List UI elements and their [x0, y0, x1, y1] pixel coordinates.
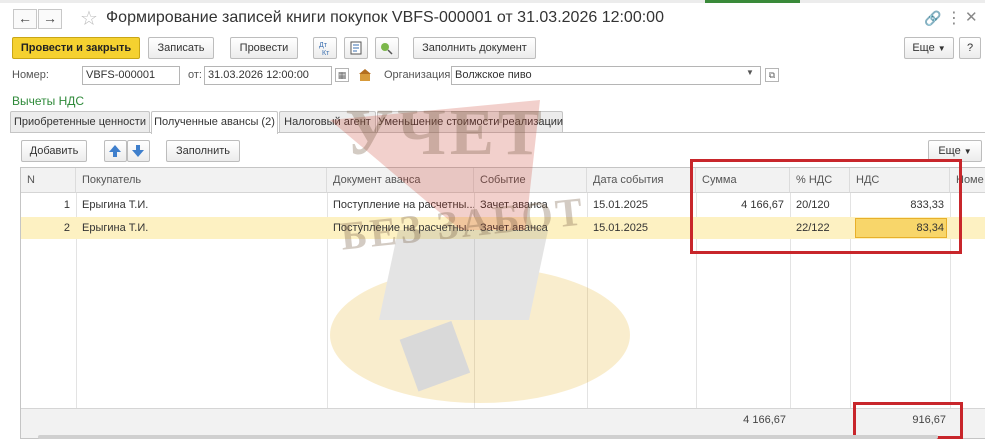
date-label: от: [188, 69, 202, 81]
add-button[interactable]: Добавить [21, 140, 87, 162]
total-sum: 4 166,67 [743, 414, 786, 426]
dt-kt-button[interactable]: Дт Кт [313, 37, 337, 59]
organization-icon [358, 68, 372, 82]
fill-button[interactable]: Заполнить [166, 140, 240, 162]
close-icon[interactable]: ✕ [965, 8, 978, 26]
back-button[interactable]: ← [13, 9, 37, 29]
top-bar-accent [705, 0, 800, 3]
more-button[interactable]: Еще ▼ [904, 37, 954, 59]
help-button[interactable]: ? [959, 37, 981, 59]
section-title: Вычеты НДС [12, 94, 85, 108]
column-header-event-date[interactable]: Дата события [587, 168, 696, 193]
tab-received-advances[interactable]: Полученные авансы (2) [151, 111, 278, 134]
tab-sales-cost-reduction[interactable]: Уменьшение стоимости реализации [377, 111, 563, 133]
dropdown-icon[interactable]: ▼ [746, 68, 754, 77]
horizontal-scrollbar[interactable] [38, 435, 938, 439]
report-button[interactable] [344, 37, 368, 59]
column-header-buyer[interactable]: Покупатель [76, 168, 327, 193]
advance-doc-cell: Поступление на расчетны... [333, 222, 474, 234]
arrow-left-icon: ← [18, 10, 32, 26]
fill-document-button[interactable]: Заполнить документ [413, 37, 536, 59]
open-icon[interactable]: ⧉ [765, 68, 779, 82]
organization-field[interactable]: Волжское пиво [451, 66, 761, 85]
move-down-button[interactable] [127, 140, 150, 162]
watermark-text-top: УЧЕТ [345, 96, 546, 169]
highlight-box-total [853, 402, 963, 439]
post-button[interactable]: Провести [230, 37, 298, 59]
event-cell: Зачет аванса [480, 222, 548, 234]
caret-down-icon: ▼ [963, 147, 972, 156]
number-label: Номер: [12, 69, 49, 81]
forward-button[interactable]: → [38, 9, 62, 29]
calendar-icon[interactable]: ▦ [335, 68, 349, 82]
tab-acquired-values[interactable]: Приобретенные ценности [10, 111, 150, 133]
link-icon[interactable]: 🔗 [924, 10, 941, 27]
row-number: 2 [63, 222, 70, 234]
svg-text:Кт: Кт [322, 50, 330, 57]
arrow-right-icon: → [43, 10, 57, 26]
star-icon[interactable]: ☆ [80, 6, 98, 31]
caret-down-icon: ▼ [937, 44, 946, 53]
column-header-event[interactable]: Событие [474, 168, 587, 193]
tab-tax-agent[interactable]: Налоговый агент [279, 111, 376, 133]
post-and-close-button[interactable]: Провести и закрыть [12, 37, 140, 59]
svg-text:Дт: Дт [319, 42, 328, 49]
date-field[interactable]: 31.03.2026 12:00:00 [204, 66, 332, 85]
buyer-cell: Ерыгина Т.И. [82, 222, 149, 234]
attach-icon [381, 43, 393, 55]
number-field[interactable]: VBFS-000001 [82, 66, 180, 85]
arrow-up-icon [109, 145, 121, 157]
arrow-down-icon [132, 145, 144, 157]
event-date-cell: 15.01.2025 [593, 199, 649, 211]
column-header-n[interactable]: N [21, 168, 76, 193]
window-title: Формирование записей книги покупок VBFS-… [106, 9, 664, 26]
event-cell: Зачет аванса [480, 199, 548, 211]
buyer-cell: Ерыгина Т.И. [82, 199, 149, 211]
organization-label: Организация: [384, 69, 454, 81]
top-bar-strip [0, 0, 985, 3]
column-header-advance-doc[interactable]: Документ аванса [327, 168, 474, 193]
move-up-button[interactable] [104, 140, 127, 162]
advance-doc-cell: Поступление на расчетны... [333, 199, 474, 211]
save-button[interactable]: Записать [148, 37, 214, 59]
row-number: 1 [63, 199, 70, 211]
highlight-box-vat [690, 159, 962, 254]
dt-kt-icon: ДтКт [319, 42, 330, 57]
report-icon [350, 41, 362, 55]
attach-button[interactable] [375, 37, 399, 59]
event-date-cell: 15.01.2025 [593, 222, 649, 234]
more-vertical-icon[interactable]: ⋮ [946, 8, 962, 28]
